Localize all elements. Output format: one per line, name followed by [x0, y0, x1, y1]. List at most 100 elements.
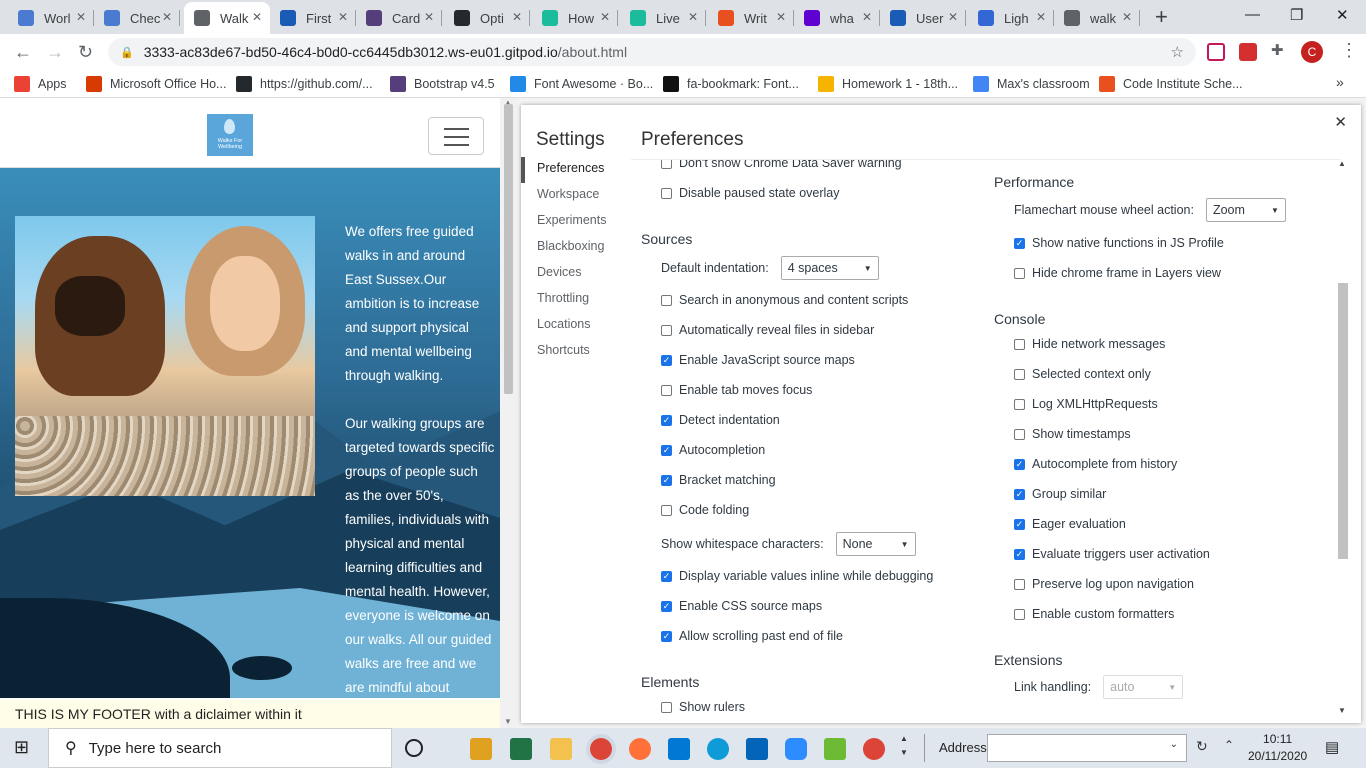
outlook-icon[interactable] [746, 738, 768, 760]
browser-tab[interactable]: First ✕ [270, 2, 356, 34]
bookmark-item[interactable]: Bootstrap v4.5 [390, 76, 495, 92]
store-icon[interactable] [470, 738, 492, 760]
forward-icon[interactable]: → [46, 42, 64, 63]
checkbox[interactable]: ✓ [661, 354, 672, 366]
checkbox-row[interactable]: Automatically reveal files in sidebar [661, 323, 874, 337]
close-tab-icon[interactable]: ✕ [1036, 10, 1046, 24]
extension-pocket-icon[interactable] [1207, 43, 1225, 61]
close-tab-icon[interactable]: ✕ [338, 10, 348, 24]
checkbox[interactable] [661, 324, 672, 336]
checkbox-row[interactable]: ✓ Detect indentation [661, 413, 780, 427]
checkbox[interactable]: ✓ [1014, 518, 1025, 530]
close-tab-icon[interactable]: ✕ [76, 10, 86, 24]
bookmark-item[interactable]: Homework 1 - 18th... [818, 76, 958, 92]
checkbox[interactable]: ✓ [661, 570, 672, 582]
browser-tab[interactable]: Walk ✕ [184, 2, 270, 34]
browser-tab[interactable]: User ✕ [880, 2, 966, 34]
new-tab-button[interactable]: + [1155, 4, 1168, 30]
browser-tab[interactable]: walk ✕ [1054, 2, 1140, 34]
address-toolbar-input[interactable]: ⌄ [987, 734, 1187, 762]
windows-start-icon[interactable]: ⊞ [14, 737, 29, 758]
maximize-icon[interactable]: ❐ [1290, 6, 1303, 24]
close-tab-icon[interactable]: ✕ [862, 10, 872, 24]
settings-nav-item[interactable]: Devices [521, 261, 631, 287]
close-tab-icon[interactable]: ✕ [688, 10, 698, 24]
checkbox[interactable] [1014, 368, 1025, 380]
browser-tab[interactable]: wha ✕ [794, 2, 880, 34]
checkbox-row[interactable]: Enable tab moves focus [661, 383, 812, 397]
file-explorer-icon[interactable] [550, 738, 572, 760]
checkbox[interactable]: ✓ [1014, 458, 1025, 470]
browser-tab[interactable]: Opti ✕ [444, 2, 530, 34]
checkbox-row[interactable]: Hide chrome frame in Layers view [1014, 266, 1221, 280]
chevron-down-icon[interactable]: ⌄ [1170, 739, 1178, 750]
indentation-select[interactable]: 4 spaces ▼ [780, 256, 879, 280]
settings-nav-item[interactable]: Experiments [521, 209, 631, 235]
checkbox-row[interactable]: Hide network messages [1014, 337, 1165, 351]
checkbox-row[interactable]: Selected context only [1014, 367, 1151, 381]
checkbox[interactable] [1014, 398, 1025, 410]
browser-tab[interactable]: Live ✕ [620, 2, 706, 34]
checkbox[interactable] [1014, 608, 1025, 620]
browser-tab[interactable]: Writ ✕ [708, 2, 794, 34]
bookmark-item[interactable]: Apps [14, 76, 67, 92]
back-icon[interactable]: ← [14, 42, 32, 63]
taskbar-search[interactable]: ⚲ Type here to search [48, 728, 392, 768]
checkbox-row[interactable]: Show rulers [661, 700, 745, 714]
extensions-puzzle-icon[interactable]: ✚ [1271, 41, 1289, 59]
site-logo[interactable]: Walks For Wellbeing [207, 114, 253, 156]
zoom-icon[interactable] [785, 738, 807, 760]
settings-nav-item[interactable]: Shortcuts [521, 339, 631, 365]
profile-avatar[interactable]: C [1301, 41, 1323, 63]
hamburger-menu-button[interactable] [428, 117, 484, 155]
checkbox[interactable]: ✓ [1014, 548, 1025, 560]
bookmark-item[interactable]: fa-bookmark: Font... [663, 76, 799, 92]
settings-nav-item[interactable]: Workspace [521, 183, 631, 209]
bookmark-item[interactable]: https://github.com/... [236, 76, 373, 92]
settings-scrollbar[interactable]: ▲ ▼ [1336, 159, 1352, 715]
checkbox-row[interactable]: Don't show Chrome Data Saver warning [661, 160, 902, 170]
show-hidden-icons-icon[interactable]: ⌃ [1224, 738, 1234, 752]
browser-tab[interactable]: How ✕ [532, 2, 618, 34]
bookmarks-overflow-button[interactable]: » [1336, 74, 1344, 90]
close-tab-icon[interactable]: ✕ [424, 10, 434, 24]
page-scrollbar[interactable]: ▲ ▼ [500, 98, 517, 728]
close-window-icon[interactable]: ✕ [1336, 6, 1349, 24]
bookmark-star-icon[interactable]: ☆ [1171, 43, 1184, 61]
link-handling-select[interactable]: auto ▼ [1103, 675, 1184, 699]
extension-pdf-icon[interactable] [1239, 43, 1257, 61]
checkbox-row[interactable]: ✓ Bracket matching [661, 473, 776, 487]
vscode-icon[interactable] [668, 738, 690, 760]
checkbox[interactable] [661, 701, 672, 713]
checkbox-row[interactable]: ✓ Show native functions in JS Profile [1014, 236, 1224, 250]
close-tab-icon[interactable]: ✕ [776, 10, 786, 24]
chrome-icon[interactable] [590, 738, 612, 760]
settings-nav-item[interactable]: Preferences [521, 157, 631, 183]
checkbox[interactable]: ✓ [1014, 237, 1025, 249]
browser-tab[interactable]: Card ✕ [356, 2, 442, 34]
cloud-app-icon[interactable] [824, 738, 846, 760]
checkbox-row[interactable]: Show timestamps [1014, 427, 1131, 441]
bookmark-item[interactable]: Microsoft Office Ho... [86, 76, 226, 92]
settings-nav-item[interactable]: Blackboxing [521, 235, 631, 261]
checkbox[interactable]: ✓ [661, 444, 672, 456]
refresh-icon[interactable]: ↻ [1196, 738, 1208, 755]
checkbox-row[interactable]: ✓ Autocompletion [661, 443, 765, 457]
checkbox-row[interactable]: Disable paused state overlay [661, 186, 840, 200]
flamechart-select[interactable]: Zoom ▼ [1205, 198, 1286, 222]
checkbox-row[interactable]: Search in anonymous and content scripts [661, 293, 908, 307]
notifications-icon[interactable]: ▤ [1325, 738, 1339, 756]
checkbox[interactable] [661, 504, 672, 516]
checkbox-row[interactable]: ✓ Eager evaluation [1014, 517, 1126, 531]
checkbox-row[interactable]: Code folding [661, 503, 749, 517]
checkbox-row[interactable]: ✓ Allow scrolling past end of file [661, 629, 843, 643]
excel-icon[interactable] [510, 738, 532, 760]
minimize-icon[interactable]: — [1245, 6, 1260, 23]
checkbox-row[interactable]: Preserve log upon navigation [1014, 577, 1194, 591]
checkbox-row[interactable]: Enable custom formatters [1014, 607, 1174, 621]
checkbox-row[interactable]: Log XMLHttpRequests [1014, 397, 1158, 411]
checkbox[interactable] [661, 187, 672, 199]
whitespace-select[interactable]: None ▼ [835, 532, 916, 556]
bookmark-item[interactable]: Font Awesome · Bo... [510, 76, 653, 92]
menu-kebab-icon[interactable]: ⋮ [1340, 40, 1358, 61]
